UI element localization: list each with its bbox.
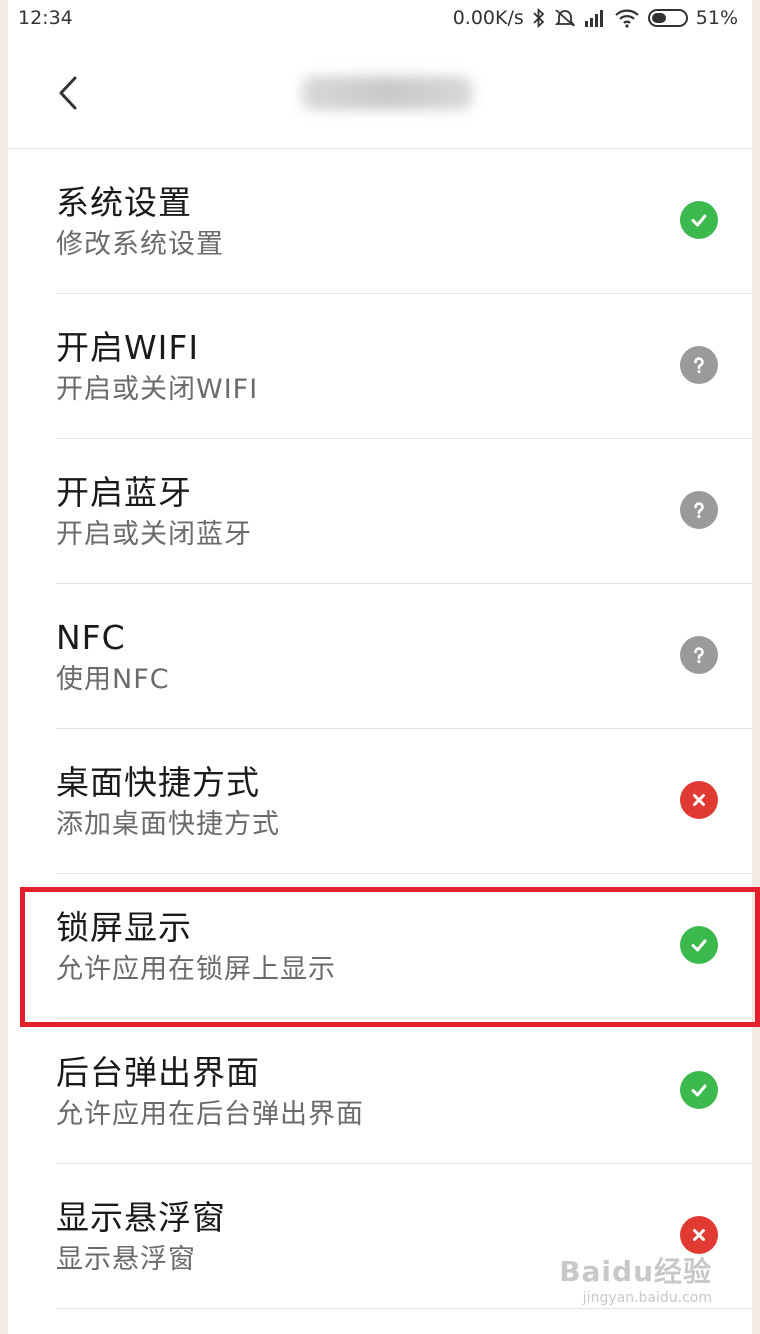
check-icon[interactable]	[680, 1071, 718, 1109]
permission-row[interactable]: 系统设置修改系统设置	[8, 149, 752, 294]
permission-list: 系统设置修改系统设置开启WIFI 开启或关闭WIFI 开启蓝牙开启或关闭蓝牙 NFC 使…	[8, 149, 752, 1309]
permission-text: NFC 使用NFC	[56, 618, 170, 698]
permission-text: 系统设置修改系统设置	[56, 183, 224, 263]
page-title-blurred	[302, 76, 472, 110]
permission-title: 显示悬浮窗	[56, 1198, 226, 1237]
status-bar: 12:34 0.00K/s 51%	[8, 0, 752, 40]
bluetooth-icon	[532, 8, 546, 28]
permission-row[interactable]: NFC 使用NFC	[8, 584, 752, 729]
battery-level	[651, 13, 667, 23]
permission-subtitle: 修改系统设置	[56, 229, 224, 260]
permission-subtitle: 开启或关闭WIFI	[56, 374, 259, 405]
permission-title: 桌面快捷方式	[56, 763, 260, 802]
permission-title: 开启WIFI	[56, 328, 200, 367]
cross-icon[interactable]	[680, 781, 718, 819]
permission-subtitle: 使用NFC	[56, 664, 170, 695]
permission-row[interactable]: 后台弹出界面允许应用在后台弹出界面	[8, 1019, 752, 1164]
status-icons: 0.00K/s 51%	[453, 7, 738, 29]
permission-subtitle: 添加桌面快捷方式	[56, 809, 280, 840]
permission-row[interactable]: 桌面快捷方式添加桌面快捷方式	[8, 729, 752, 874]
permission-text: 桌面快捷方式添加桌面快捷方式	[56, 763, 280, 843]
permission-title: 后台弹出界面	[56, 1053, 260, 1092]
chevron-left-icon	[56, 75, 80, 115]
permission-row[interactable]: 开启WIFI 开启或关闭WIFI	[8, 294, 752, 439]
question-icon[interactable]	[680, 346, 718, 384]
signal-icon	[584, 9, 606, 27]
permission-subtitle: 允许应用在后台弹出界面	[56, 1099, 364, 1130]
permission-text: 后台弹出界面允许应用在后台弹出界面	[56, 1053, 364, 1133]
watermark-url: jingyan.baidu.com	[582, 1290, 712, 1306]
check-icon[interactable]	[680, 201, 718, 239]
question-icon[interactable]	[680, 491, 718, 529]
permission-title: 开启蓝牙	[56, 473, 192, 512]
cross-icon[interactable]	[680, 1216, 718, 1254]
watermark-logo: Baidu经验	[559, 1255, 712, 1288]
highlight-box	[20, 887, 760, 1027]
mute-bell-icon	[554, 8, 576, 28]
permission-text: 开启WIFI 开启或关闭WIFI	[56, 328, 258, 408]
permission-title: 系统设置	[56, 183, 192, 222]
permission-subtitle: 显示悬浮窗	[56, 1244, 196, 1275]
permission-row[interactable]: 开启蓝牙开启或关闭蓝牙	[8, 439, 752, 584]
battery-icon	[647, 9, 688, 27]
battery-percent: 51%	[695, 7, 738, 29]
permission-text: 显示悬浮窗 显示悬浮窗	[56, 1198, 226, 1278]
permission-subtitle: 开启或关闭蓝牙	[56, 519, 252, 550]
app-header	[8, 40, 752, 149]
back-button[interactable]	[48, 70, 88, 120]
net-speed: 0.00K/s	[452, 7, 524, 29]
permission-text: 开启蓝牙开启或关闭蓝牙	[56, 473, 252, 553]
baidu-watermark: Baidu经验 jingyan.baidu.com	[559, 1250, 712, 1306]
permission-title: NFC	[56, 618, 126, 657]
wifi-icon	[614, 8, 640, 28]
phone-screen: 12:34 0.00K/s 51% 系统设置 修改系统设置 开启WIFI 开启或…	[8, 0, 752, 1334]
question-icon[interactable]	[680, 636, 718, 674]
status-time: 12:34	[18, 7, 73, 29]
